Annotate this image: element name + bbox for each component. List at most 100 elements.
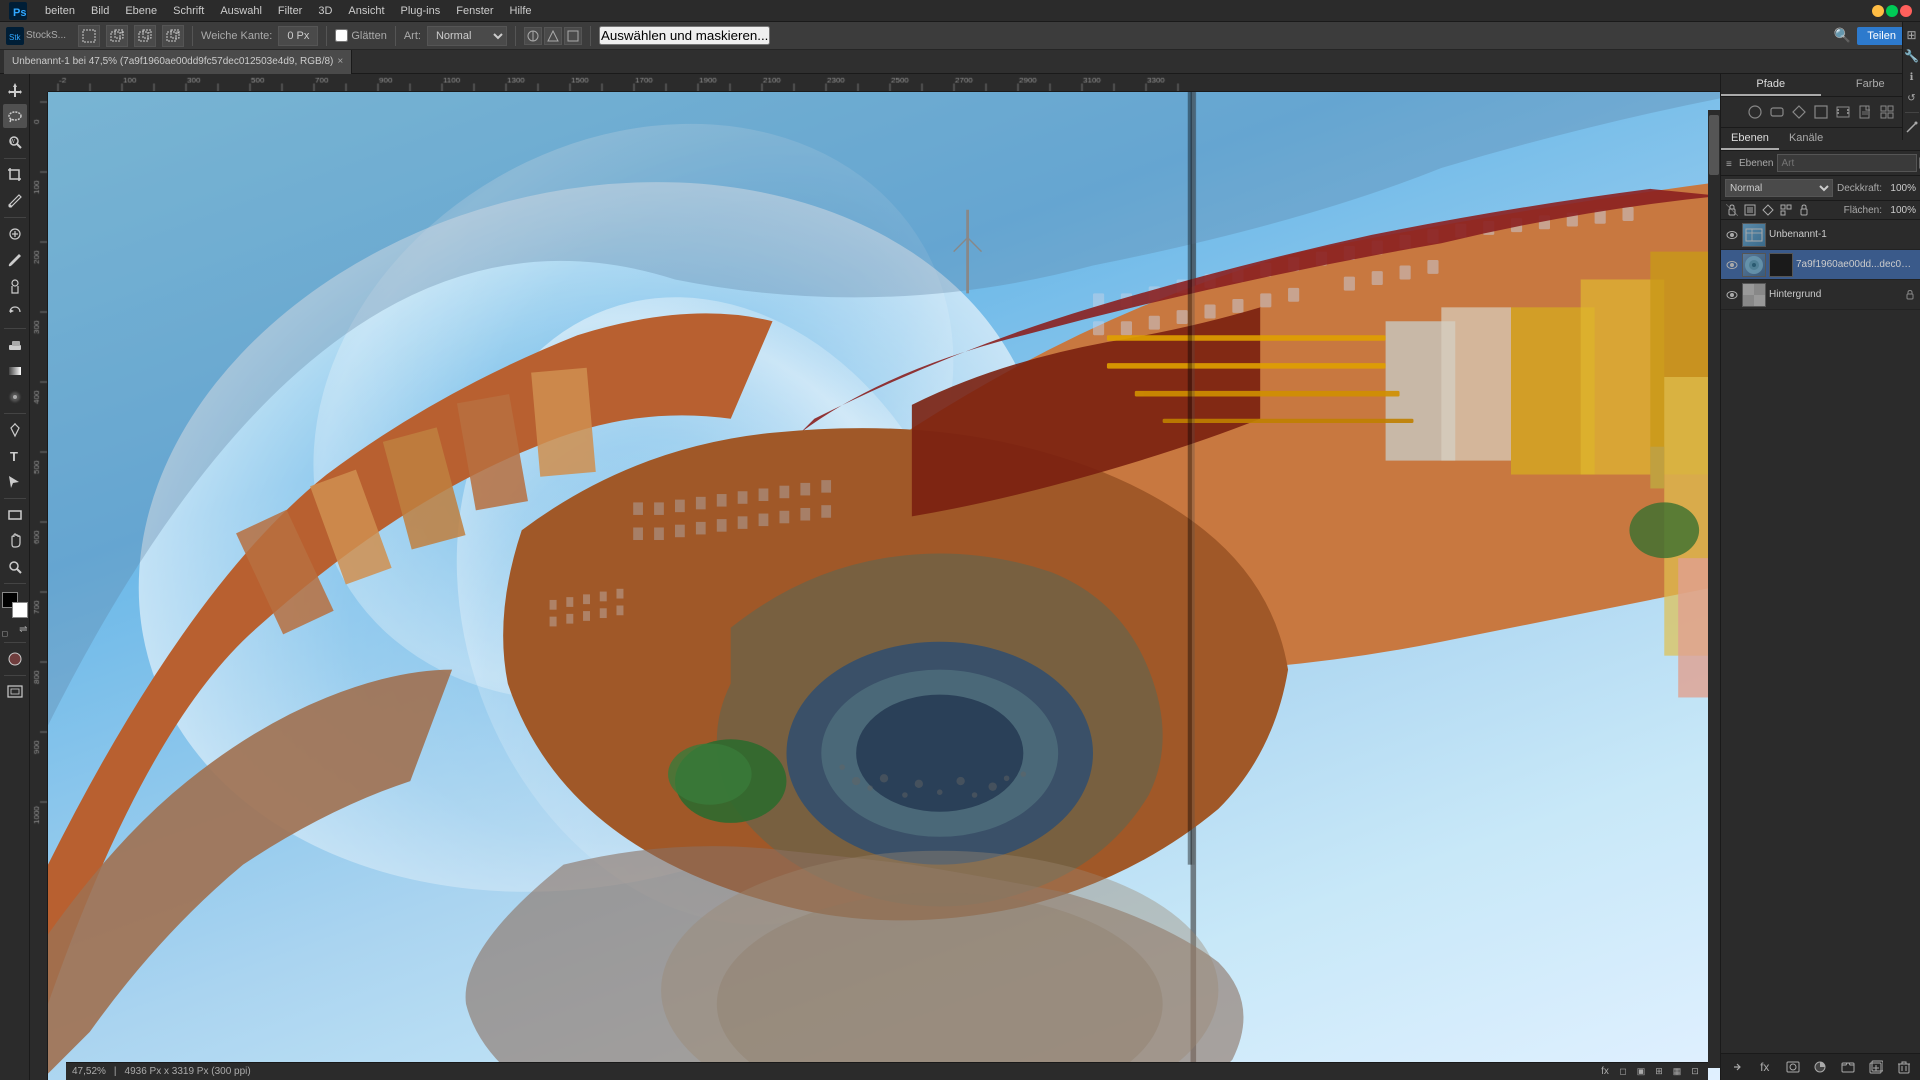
menu-hilfe[interactable]: Hilfe [503, 3, 539, 19]
layer-row[interactable]: Unbenannt-1 [1721, 220, 1920, 250]
lock-transparent-icon[interactable] [1725, 203, 1739, 217]
art-label: Art: [404, 30, 421, 42]
menu-beiten[interactable]: beiten [38, 3, 82, 19]
move-tool[interactable] [3, 78, 27, 102]
status-icon-1[interactable]: ◻ [1616, 1065, 1630, 1079]
opt-icon-3[interactable] [564, 27, 582, 45]
document-tab[interactable]: Unbenannt-1 bei 47,5% (7a9f1960ae00dd9fc… [4, 50, 352, 74]
status-icon-3[interactable]: ⊞ [1652, 1065, 1666, 1079]
new-layer-icon[interactable] [1867, 1058, 1885, 1076]
default-colors-icon[interactable]: ◻ [2, 629, 9, 638]
right-icon-layers[interactable]: ⊞ [1903, 26, 1920, 44]
menu-schrift[interactable]: Schrift [166, 3, 211, 19]
close-button[interactable] [1900, 5, 1912, 17]
layer-search-input[interactable] [1777, 154, 1917, 172]
pen-tool[interactable] [3, 418, 27, 442]
menu-3d[interactable]: 3D [311, 3, 339, 19]
quick-mask-tool[interactable] [3, 647, 27, 671]
adj-grid[interactable] [1878, 103, 1896, 121]
layer-visibility-toggle[interactable] [1725, 228, 1739, 242]
blur-tool[interactable] [3, 385, 27, 409]
lock-all-icon[interactable] [1797, 203, 1811, 217]
share-button[interactable]: Teilen [1857, 27, 1906, 45]
swap-colors-icon[interactable]: ⇌ [19, 624, 27, 635]
status-icon-2[interactable]: ▣ [1634, 1065, 1648, 1079]
opt-icon-2[interactable] [544, 27, 562, 45]
zoom-tool[interactable] [3, 555, 27, 579]
lock-position-icon[interactable] [1761, 203, 1775, 217]
right-icon-props[interactable]: 🔧 [1903, 47, 1920, 65]
adj-diamond[interactable] [1790, 103, 1808, 121]
heal-brush-tool[interactable] [3, 222, 27, 246]
menu-auswahl[interactable]: Auswahl [213, 3, 269, 19]
lock-pixels-icon[interactable] [1743, 203, 1757, 217]
opt-btn-intersect-selection[interactable]: × [162, 25, 184, 47]
tab-kanaele[interactable]: Kanäle [1779, 128, 1833, 150]
delete-layer-icon[interactable] [1895, 1058, 1913, 1076]
layer-thumbnail [1742, 253, 1766, 277]
menu-ansicht[interactable]: Ansicht [341, 3, 391, 19]
quick-select-tool[interactable]: W [3, 130, 27, 154]
text-tool[interactable]: T [3, 444, 27, 468]
history-brush-tool[interactable] [3, 300, 27, 324]
lock-artboards-icon[interactable] [1779, 203, 1793, 217]
screen-mode-tool[interactable] [3, 680, 27, 704]
layer-visibility-toggle[interactable] [1725, 258, 1739, 272]
right-icon-pen[interactable] [1903, 118, 1920, 136]
brush-tool[interactable] [3, 248, 27, 272]
right-icon-info[interactable]: ℹ [1903, 68, 1920, 86]
status-icon-fx[interactable]: fx [1598, 1065, 1612, 1079]
adj-rounded-rect[interactable] [1768, 103, 1786, 121]
layer-visibility-toggle[interactable] [1725, 288, 1739, 302]
vertical-scrollbar[interactable] [1708, 110, 1720, 1068]
layer-row[interactable]: Hintergrund [1721, 280, 1920, 310]
vertical-scroll-handle[interactable] [1709, 115, 1719, 175]
add-mask-icon[interactable] [1784, 1058, 1802, 1076]
doc-tab-close[interactable]: × [337, 56, 343, 67]
menu-ebene[interactable]: Ebene [118, 3, 164, 19]
canvas-viewport[interactable]: 47,52% | 4936 Px x 3319 Px (300 ppi) fx … [48, 92, 1720, 1080]
adj-page[interactable] [1856, 103, 1874, 121]
adj-circle[interactable] [1746, 103, 1764, 121]
add-adjustment-icon[interactable] [1811, 1058, 1829, 1076]
minimize-button[interactable] [1872, 5, 1884, 17]
opt-icon-1[interactable] [524, 27, 542, 45]
gradient-tool[interactable] [3, 359, 27, 383]
menu-bild[interactable]: Bild [84, 3, 116, 19]
layer-row[interactable]: 7a9f1960ae00dd...dec012503e4d9 [1721, 250, 1920, 280]
search-icon[interactable]: 🔍 [1834, 27, 1851, 44]
eyedropper-tool[interactable] [3, 189, 27, 213]
add-style-icon[interactable]: fx [1756, 1058, 1774, 1076]
feather-input[interactable] [278, 26, 318, 46]
group-layers-icon[interactable] [1839, 1058, 1857, 1076]
status-icon-4[interactable]: ▦ [1670, 1065, 1684, 1079]
link-layers-icon[interactable] [1728, 1058, 1746, 1076]
adj-film[interactable] [1834, 103, 1852, 121]
adj-square[interactable] [1812, 103, 1830, 121]
smooth-checkbox[interactable] [335, 29, 348, 42]
eraser-tool[interactable] [3, 333, 27, 357]
menu-fenster[interactable]: Fenster [449, 3, 500, 19]
select-mask-button[interactable]: Auswählen und maskieren... [599, 26, 770, 45]
lasso-tool[interactable] [3, 104, 27, 128]
tab-pfade[interactable]: Pfade [1721, 74, 1821, 96]
color-swatches[interactable] [2, 592, 28, 618]
right-icon-hist[interactable]: ↺ [1903, 89, 1920, 107]
fill-row: Flächen: 100% [1721, 201, 1920, 220]
path-select-tool[interactable] [3, 470, 27, 494]
opt-btn-new-selection[interactable] [78, 25, 100, 47]
tab-ebenen[interactable]: Ebenen [1721, 128, 1779, 150]
bg-color[interactable] [12, 602, 28, 618]
opt-btn-subtract-selection[interactable]: - [134, 25, 156, 47]
hand-tool[interactable] [3, 529, 27, 553]
maximize-button[interactable] [1886, 5, 1898, 17]
rectangle-tool[interactable] [3, 503, 27, 527]
menu-filter[interactable]: Filter [271, 3, 309, 19]
status-icon-5[interactable]: ⊡ [1688, 1065, 1702, 1079]
opt-btn-add-selection[interactable]: + [106, 25, 128, 47]
clone-stamp-tool[interactable] [3, 274, 27, 298]
art-select[interactable]: Normal Fest Mittelton Hintergrund [427, 26, 507, 46]
menu-plugins[interactable]: Plug-ins [394, 3, 448, 19]
crop-tool[interactable] [3, 163, 27, 187]
blend-mode-select[interactable]: Normal Aufhellen Abdunkeln Multipliziere… [1725, 179, 1833, 197]
